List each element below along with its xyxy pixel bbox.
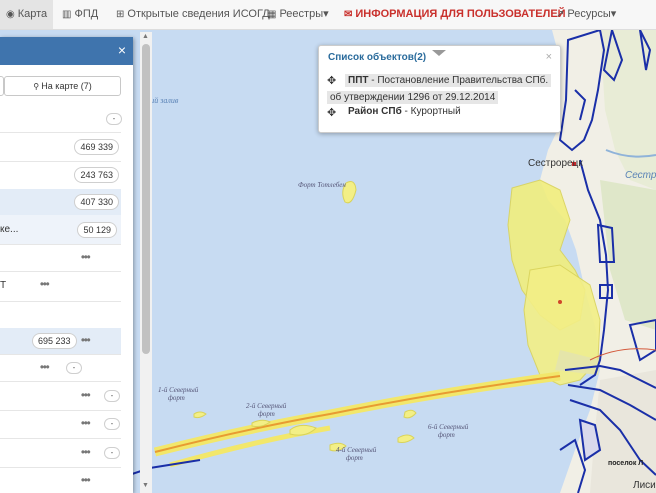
- panel-scrollbar[interactable]: ▲ ▼: [140, 32, 152, 493]
- list-item[interactable]: ••• -: [0, 381, 121, 411]
- list-item[interactable]: 407 330: [0, 189, 121, 216]
- more-options-icon[interactable]: •••: [81, 334, 91, 346]
- more-options-icon[interactable]: •••: [81, 417, 91, 429]
- tab-on-map[interactable]: ⚲ На карте (7): [4, 76, 121, 96]
- list-item-label: Т: [0, 280, 7, 291]
- popup-title: Список объектов(2): [328, 52, 427, 63]
- list-item[interactable]: ке... 50 129: [0, 215, 121, 245]
- top-navigation: ◉ Карта ▥ ФПД ⊞ Открытые сведения ИСОГД ▦ Ре…: [0, 0, 656, 30]
- list-item[interactable]: 469 339: [0, 132, 121, 162]
- list-item[interactable]: -: [0, 105, 122, 133]
- move-icon[interactable]: ✥: [327, 74, 336, 87]
- list-item[interactable]: 695 233 •••: [0, 328, 121, 355]
- collapse-button[interactable]: -: [106, 112, 122, 125]
- chevron-down-icon: ▾: [610, 8, 617, 20]
- panel-header: ×: [0, 37, 133, 65]
- fort-4-label: 4-й Северный: [336, 446, 377, 454]
- fort-6-label: 6-й Северный: [428, 423, 469, 431]
- collapse-button[interactable]: -: [104, 446, 120, 459]
- list-item[interactable]: ••• -: [0, 410, 121, 439]
- count-badge: 407 330: [74, 194, 119, 210]
- more-options-icon[interactable]: •••: [81, 474, 91, 486]
- list-item[interactable]: Т •••: [0, 271, 121, 302]
- close-icon[interactable]: ×: [118, 42, 126, 58]
- count-badge: 243 763: [74, 167, 119, 183]
- table-icon: ▦: [267, 9, 277, 20]
- city-label-2: Сестро: [625, 170, 656, 181]
- move-icon[interactable]: ✥: [327, 106, 336, 119]
- nav-fpd[interactable]: ▥ ФПД: [62, 0, 98, 29]
- nav-resources[interactable]: ↗ Ресурсы▾: [556, 0, 616, 29]
- count-badge: 50 129: [77, 221, 117, 238]
- fort-1-label: 1-й Северный: [158, 386, 199, 394]
- list-item[interactable]: ••• -: [0, 354, 121, 382]
- more-options-icon[interactable]: •••: [40, 361, 50, 373]
- city-label: Сестрорецк: [528, 158, 583, 169]
- chat-icon: ✉: [344, 9, 353, 20]
- map-book-icon: ▥: [62, 9, 72, 20]
- more-options-icon[interactable]: •••: [40, 270, 50, 300]
- list-item[interactable]: [0, 301, 121, 329]
- fort-2-label: 2-й Северный: [246, 402, 287, 410]
- lisi-label: Лиси: [633, 480, 656, 491]
- list-item[interactable]: 243 763: [0, 161, 121, 190]
- nav-user-info[interactable]: ✉ ИНФОРМАЦИЯ ДЛЯ ПОЛЬЗОВАТЕЛЕЙ: [344, 0, 566, 29]
- globe-icon: ◉: [6, 9, 15, 20]
- square-plus-icon: ⊞: [116, 9, 125, 20]
- collapse-button[interactable]: -: [104, 389, 120, 402]
- scroll-thumb[interactable]: [142, 44, 150, 354]
- collapse-button[interactable]: -: [66, 361, 82, 374]
- collapse-button[interactable]: -: [104, 418, 120, 430]
- objects-popup: Список объектов(2) × ✥ ППТ - Постановлен…: [318, 45, 561, 133]
- fort-6-label-b: форт: [438, 431, 455, 439]
- layers-panel: × ⚲ На карте (7) - 469 339 243 763 407 3…: [0, 37, 133, 493]
- nav-map[interactable]: ◉ Карта: [0, 0, 54, 29]
- fort-1-label-b: форт: [168, 394, 185, 402]
- count-badge: 695 233: [32, 333, 77, 349]
- fort-totleben-label: Форт Тотлебен: [298, 181, 346, 189]
- scroll-down-icon[interactable]: ▼: [142, 482, 149, 489]
- caret-down-icon: [432, 50, 446, 56]
- nav-registries[interactable]: ▦ Реестры▾: [267, 0, 329, 29]
- more-options-icon[interactable]: •••: [81, 446, 91, 458]
- village-label: поселок Л: [608, 460, 644, 467]
- more-options-icon[interactable]: •••: [81, 251, 91, 263]
- count-badge: 469 339: [74, 138, 119, 155]
- list-item[interactable]: •••: [0, 467, 121, 493]
- fort-2-label-b: форт: [258, 410, 275, 418]
- list-item[interactable]: •••: [0, 244, 121, 272]
- close-icon[interactable]: ×: [546, 51, 552, 63]
- nav-open-isogd[interactable]: ⊞ Открытые сведения ИСОГД: [116, 0, 270, 29]
- scroll-up-icon[interactable]: ▲: [142, 33, 149, 40]
- list-item[interactable]: ••• -: [0, 438, 121, 468]
- chevron-down-icon: ▾: [323, 8, 329, 20]
- more-options-icon[interactable]: •••: [81, 389, 91, 401]
- fort-4-label-b: форт: [346, 454, 363, 462]
- external-link-icon: ↗: [556, 9, 565, 20]
- list-item-label: ке...: [0, 224, 19, 235]
- popup-item-district[interactable]: Район СПб - Курортный: [348, 106, 461, 117]
- popup-item-ppt[interactable]: ППТ - Постановление Правительства СПб.: [345, 74, 552, 87]
- popup-item-ppt-line2[interactable]: об утверждении 1296 от 29.12.2014: [327, 91, 499, 104]
